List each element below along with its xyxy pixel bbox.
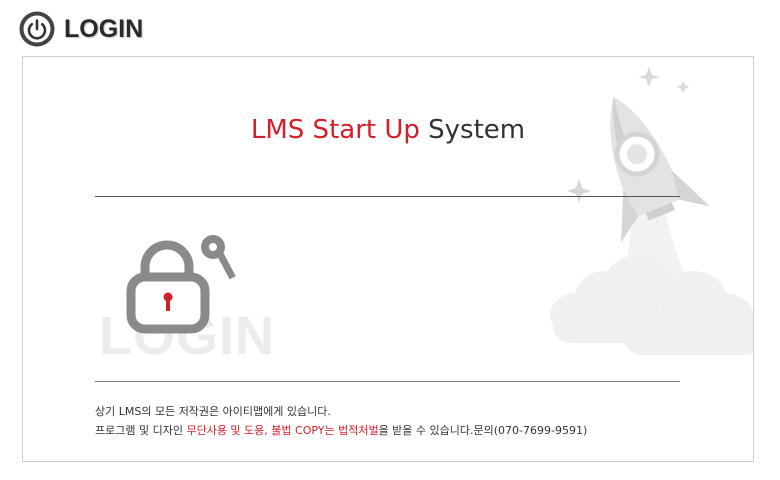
copyright-notice: 상기 LMS의 모든 저작권은 아이티맵에게 있습니다. 프로그램 및 디자인 … <box>95 402 587 440</box>
warning-text-highlight: 무단사용 및 도용, 불법 COPY는 법적처벌 <box>186 424 379 437</box>
page-title: LOGIN <box>64 14 144 43</box>
system-title: LMS Start Up System <box>23 115 753 145</box>
divider-top <box>95 196 680 197</box>
warning-text-start: 프로그램 및 디자인 <box>95 424 187 437</box>
lock-with-key-icon <box>126 235 236 334</box>
rocket-illustration <box>550 67 753 355</box>
copyright-line: 상기 LMS의 모든 저작권은 아이티맵에게 있습니다. <box>95 405 331 418</box>
system-title-red: LMS Start Up <box>250 115 420 145</box>
warning-text-end: 을 받을 수 있습니다.문의(070-7699-9591) <box>378 424 588 437</box>
system-title-dark: System <box>428 115 526 145</box>
divider-bottom <box>95 381 680 382</box>
page-header: LOGIN <box>18 9 143 49</box>
login-panel: LMS Start Up System LOGIN 상기 LMS의 모든 저작권… <box>22 56 754 462</box>
warning-line: 프로그램 및 디자인 무단사용 및 도용, 불법 COPY는 법적처벌을 받을 … <box>95 421 587 440</box>
power-icon <box>19 11 55 47</box>
